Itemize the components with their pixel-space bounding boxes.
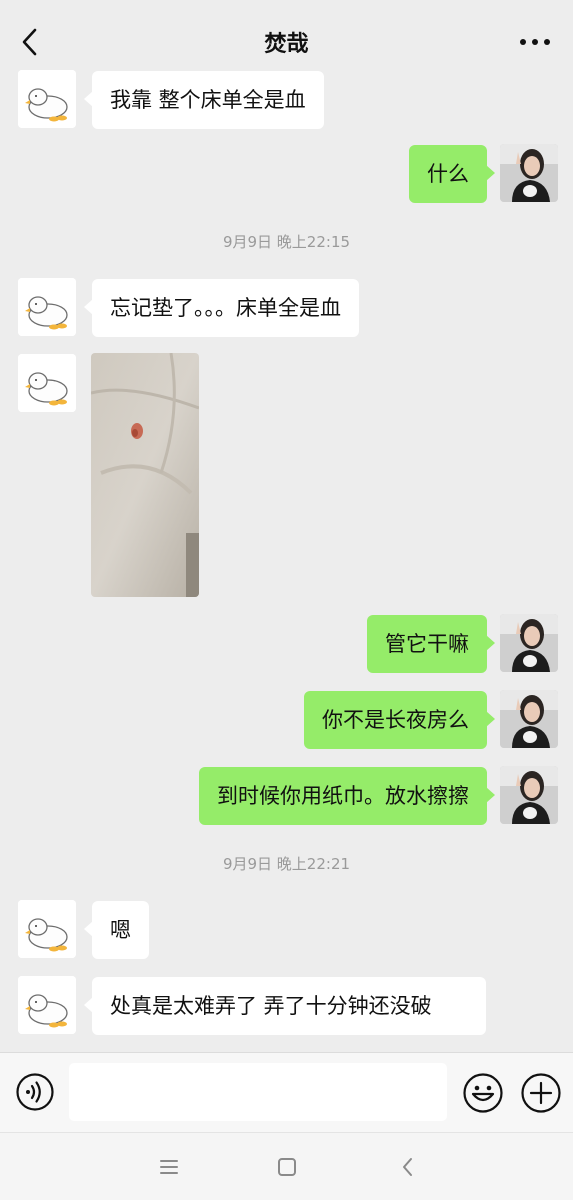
contact-avatar[interactable]: [18, 70, 76, 128]
system-menu-button[interactable]: [157, 1155, 181, 1179]
home-square-icon: [278, 1158, 296, 1176]
selfie-avatar-icon: [500, 614, 558, 672]
voice-icon: [16, 1073, 54, 1111]
timestamp: 9月9日 晚上22:15: [222, 233, 351, 251]
plus-icon: [521, 1073, 561, 1113]
system-back-button[interactable]: [396, 1155, 420, 1179]
message-bubble-received[interactable]: 处真是太难弄了 弄了十分钟还没破: [84, 977, 486, 1035]
system-home-button[interactable]: [275, 1155, 299, 1179]
back-chevron-icon: [403, 1158, 412, 1176]
message-bubble-received[interactable]: 我靠 整个床单全是血: [84, 71, 324, 129]
more-dots-icon: [520, 39, 550, 45]
duck-sticker-avatar-icon: [18, 900, 76, 958]
duck-sticker-avatar-icon: [18, 976, 76, 1034]
selfie-avatar-icon: [500, 766, 558, 824]
duck-sticker-avatar-icon: [18, 70, 76, 128]
emoji-icon: [463, 1073, 503, 1113]
more-functions-button[interactable]: [520, 1072, 562, 1114]
contact-avatar[interactable]: [18, 976, 76, 1034]
menu-icon: [160, 1160, 178, 1174]
self-avatar[interactable]: [500, 144, 558, 202]
message-bubble-received[interactable]: 忘记垫了。。。床单全是血: [84, 279, 359, 337]
emoji-button[interactable]: [462, 1072, 504, 1114]
message-bubble-sent[interactable]: 管它干嘛: [367, 615, 495, 673]
message-bubble-sent[interactable]: 什么: [409, 145, 495, 203]
message-bubble-sent[interactable]: 到时候你用纸巾。放水擦擦: [199, 767, 495, 825]
message-input[interactable]: [69, 1063, 447, 1121]
photo-thumbnail-icon: [91, 353, 199, 597]
more-options-button[interactable]: [515, 24, 555, 60]
voice-button[interactable]: [15, 1072, 55, 1112]
contact-avatar[interactable]: [18, 354, 76, 412]
self-avatar[interactable]: [500, 766, 558, 824]
contact-avatar[interactable]: [18, 900, 76, 958]
selfie-avatar-icon: [500, 690, 558, 748]
self-avatar[interactable]: [500, 690, 558, 748]
message-bubble-sent[interactable]: 你不是长夜房么: [304, 691, 495, 749]
duck-sticker-avatar-icon: [18, 354, 76, 412]
duck-sticker-avatar-icon: [18, 278, 76, 336]
chat-title: 焚哉: [264, 32, 309, 57]
contact-avatar[interactable]: [18, 278, 76, 336]
input-bar: [0, 1052, 573, 1132]
chat-header: 焚哉: [0, 0, 573, 82]
system-nav-bar: [0, 1132, 573, 1200]
image-message[interactable]: [91, 353, 199, 597]
message-bubble-received[interactable]: 嗯: [84, 901, 149, 959]
self-avatar[interactable]: [500, 614, 558, 672]
timestamp: 9月9日 晚上22:21: [222, 855, 351, 873]
selfie-avatar-icon: [500, 144, 558, 202]
